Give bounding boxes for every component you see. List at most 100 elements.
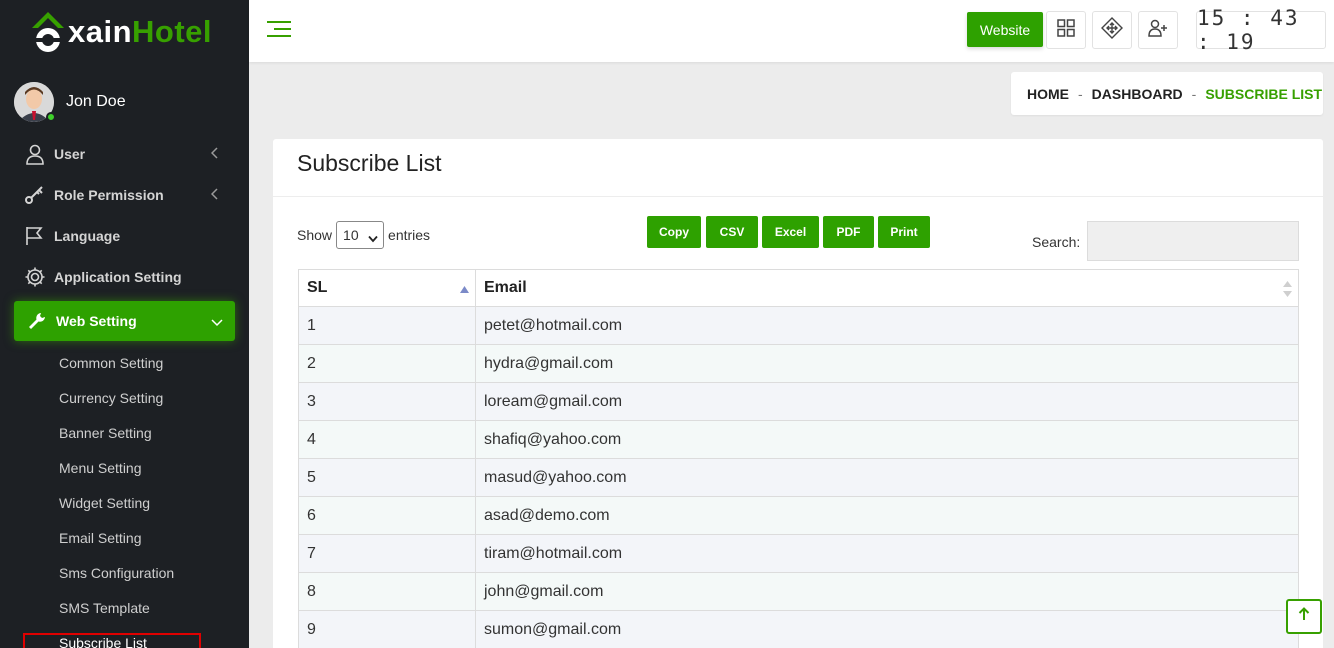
website-button[interactable]: Website [967,12,1043,47]
online-status-dot [46,112,56,122]
entries-length-control: Show 10 entries [297,221,430,249]
apps-grid-button[interactable] [1046,11,1086,49]
table-row: 2 hydra@gmail.com [299,345,1298,383]
sidebar-item-role-permission[interactable]: Role Permission [0,174,249,215]
breadcrumb: HOME - DASHBOARD - SUBSCRIBE LIST [1011,72,1323,115]
web-setting-submenu: Common Setting Currency Setting Banner S… [0,341,249,648]
show-label: Show [297,227,333,243]
arrow-up-icon [1298,607,1310,626]
entries-select-value: 10 [343,227,359,243]
submenu-item-widget-setting[interactable]: Widget Setting [0,485,249,520]
cell-email: petet@hotmail.com [484,316,623,334]
menu-toggle-icon[interactable] [265,19,293,39]
table-row: 6 asad@demo.com [299,497,1298,535]
fullscreen-button[interactable] [1092,11,1132,49]
top-header: Website 15 : 43 : 19 [249,0,1334,62]
move-arrows-icon [1101,16,1123,44]
table-row: 4 shafiq@yahoo.com [299,421,1298,459]
hotel-logo-icon [30,10,66,54]
chevron-left-icon [210,146,219,162]
brand-name-part2: Hotel [132,14,213,49]
scroll-to-top-button[interactable] [1286,599,1322,634]
table-row: 5 masud@yahoo.com [299,459,1298,497]
sidebar-item-web-setting[interactable]: Web Setting [14,301,235,341]
breadcrumb-home[interactable]: HOME [1027,86,1069,102]
table-row: 8 john@gmail.com [299,573,1298,611]
submenu-item-subscribe-list[interactable]: Subscribe List [0,625,249,648]
key-icon [24,184,46,206]
chevron-down-icon [368,230,378,246]
column-header-label: SL [307,279,328,296]
csv-button[interactable]: CSV [706,216,758,248]
submenu-item-currency-setting[interactable]: Currency Setting [0,380,249,415]
cell-email: masud@yahoo.com [484,468,627,486]
breadcrumb-separator: - [1191,85,1197,102]
search-label: Search: [1032,234,1081,250]
entries-select[interactable]: 10 [336,221,385,249]
chevron-down-icon [211,314,223,330]
brand-name-part1: xain [68,14,133,49]
cell-sl: 6 [299,497,476,534]
subscribe-list-card: Subscribe List Show 10 entries Copy CSV … [273,139,1323,648]
breadcrumb-separator: - [1078,85,1083,102]
sidebar-item-label: Web Setting [56,313,137,329]
cell-sl: 2 [299,345,476,382]
sort-both-icon [1283,281,1292,302]
pdf-button[interactable]: PDF [823,216,874,248]
cell-email: tiram@hotmail.com [484,544,623,562]
cell-email: hydra@gmail.com [484,354,614,372]
cell-email: loream@gmail.com [484,392,623,410]
column-header-sl[interactable]: SL [299,270,476,306]
subscribe-table: SL Email 1 petet@hotmail.com 2 hydra@gmail… [298,269,1299,648]
cell-email: asad@demo.com [484,506,610,524]
user-icon [24,143,46,165]
table-row: 3 loream@gmail.com [299,383,1298,421]
sidebar-item-application-setting[interactable]: Application Setting [0,256,249,297]
table-row: 1 petet@hotmail.com [299,307,1298,345]
cell-sl: 4 [299,421,476,458]
submenu-item-email-setting[interactable]: Email Setting [0,520,249,555]
column-header-email[interactable]: Email [476,270,1298,306]
grid-icon [1057,18,1075,42]
cell-email: shafiq@yahoo.com [484,430,622,448]
cell-sl: 3 [299,383,476,420]
cell-sl: 8 [299,573,476,610]
add-user-icon [1148,19,1168,42]
chevron-left-icon [210,187,219,203]
cell-sl: 9 [299,611,476,648]
sidebar-item-label: Role Permission [54,186,164,203]
add-user-button[interactable] [1138,11,1178,49]
cell-sl: 7 [299,535,476,572]
submenu-item-sms-template[interactable]: SMS Template [0,590,249,625]
submenu-item-common-setting[interactable]: Common Setting [0,345,249,380]
search-input[interactable] [1087,221,1299,261]
selection-highlight-box [23,633,201,648]
sidebar-menu: User Role Permission Language Applicatio… [0,133,249,648]
submenu-item-sms-configuration[interactable]: Sms Configuration [0,555,249,590]
copy-button[interactable]: Copy [647,216,701,248]
avatar [14,82,56,122]
wrench-icon [26,310,48,332]
cell-email: sumon@gmail.com [484,620,622,638]
sort-ascending-icon [460,281,469,299]
table-header: SL Email [299,270,1298,307]
cell-email: john@gmail.com [484,582,604,600]
user-name: Jon Doe [66,93,126,110]
sidebar-item-label: Application Setting [54,268,182,285]
sidebar-item-label: User [54,145,86,162]
sidebar-item-user[interactable]: User [0,133,249,174]
entries-label: entries [388,227,431,243]
sidebar-item-language[interactable]: Language [0,215,249,256]
user-profile[interactable]: Jon Doe [14,82,126,122]
brand-logo[interactable]: xainHotel [30,6,212,58]
sidebar: xainHotel Jon Doe User Role Permission L… [0,0,249,648]
excel-button[interactable]: Excel [762,216,819,248]
breadcrumb-dashboard[interactable]: DASHBOARD [1092,86,1183,102]
submenu-item-menu-setting[interactable]: Menu Setting [0,450,249,485]
sidebar-item-label: Language [54,227,121,244]
flag-icon [24,225,46,247]
gear-icon [24,266,46,288]
submenu-item-banner-setting[interactable]: Banner Setting [0,415,249,450]
column-header-label: Email [484,279,527,296]
print-button[interactable]: Print [878,216,930,248]
